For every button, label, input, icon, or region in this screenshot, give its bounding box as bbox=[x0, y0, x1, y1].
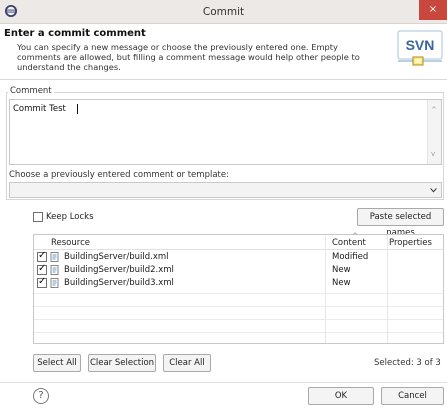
clear-selection-button[interactable]: Clear Selection bbox=[88, 354, 156, 372]
table-row[interactable]: BuildingServer/build.xml Modified bbox=[34, 250, 443, 263]
row-checkbox[interactable] bbox=[37, 250, 47, 262]
row-resource: BuildingServer/build.xml bbox=[64, 252, 169, 262]
window-title: Commit bbox=[202, 6, 245, 18]
template-label: Choose a previously entered comment or t… bbox=[9, 170, 229, 180]
sort-indicator-icon: ^ bbox=[352, 232, 358, 240]
text-caret bbox=[77, 104, 78, 114]
header-title: Enter a commit comment bbox=[4, 28, 146, 39]
xml-file-icon bbox=[50, 265, 59, 275]
header-description: You can specify a new message or choose … bbox=[17, 42, 360, 72]
comment-scrollbar[interactable]: ^ v bbox=[427, 100, 441, 164]
close-button[interactable]: × bbox=[419, 0, 447, 20]
help-button[interactable]: ? bbox=[33, 388, 49, 404]
row-divider bbox=[34, 332, 443, 333]
column-header-resource[interactable]: Resource bbox=[51, 238, 90, 248]
selected-status: Selected: 3 of 3 bbox=[374, 358, 441, 368]
column-header-properties[interactable]: Properties bbox=[389, 238, 432, 248]
row-divider bbox=[34, 306, 443, 307]
row-checkbox[interactable] bbox=[37, 263, 47, 275]
row-content: Modified bbox=[332, 252, 369, 262]
close-icon: × bbox=[428, 4, 438, 15]
xml-file-icon bbox=[50, 252, 59, 262]
select-all-button[interactable]: Select All bbox=[33, 354, 81, 372]
footer-divider bbox=[0, 382, 447, 383]
scroll-down-icon[interactable]: v bbox=[431, 150, 435, 158]
chevron-down-icon bbox=[430, 188, 437, 193]
dialog-header: Enter a commit comment You can specify a… bbox=[0, 24, 447, 80]
table-header: Resource Content ^ Properties bbox=[34, 232, 443, 250]
help-icon: ? bbox=[38, 390, 44, 401]
comment-legend: Comment bbox=[8, 86, 54, 96]
svn-logo-text: SVN bbox=[406, 37, 435, 53]
resource-table: Resource Content ^ Properties BuildingSe… bbox=[33, 232, 444, 344]
xml-file-icon bbox=[50, 278, 59, 288]
keep-locks-checkbox[interactable] bbox=[33, 212, 43, 222]
scroll-up-icon[interactable]: ^ bbox=[431, 106, 437, 114]
svn-logo: SVN bbox=[397, 30, 443, 66]
clear-all-button[interactable]: Clear All bbox=[163, 354, 211, 372]
row-resource: BuildingServer/build2.xml bbox=[64, 265, 174, 275]
template-select[interactable] bbox=[9, 182, 442, 198]
table-row[interactable]: BuildingServer/build2.xml New bbox=[34, 263, 443, 276]
comment-text: Commit Test bbox=[13, 104, 66, 114]
ok-button[interactable]: OK bbox=[308, 387, 374, 405]
row-resource: BuildingServer/build3.xml bbox=[64, 278, 174, 288]
row-divider bbox=[34, 293, 443, 294]
row-checkbox[interactable] bbox=[37, 276, 47, 288]
row-content: New bbox=[332, 265, 351, 275]
paste-selected-names-button[interactable]: Paste selected names bbox=[357, 208, 444, 238]
cancel-button[interactable]: Cancel bbox=[381, 387, 444, 405]
column-header-content[interactable]: Content bbox=[332, 238, 366, 248]
row-content: New bbox=[332, 278, 351, 288]
title-bar: Commit × bbox=[0, 0, 447, 24]
comment-textarea[interactable]: Commit Test ^ v bbox=[9, 99, 442, 165]
keep-locks-label: Keep Locks bbox=[46, 212, 94, 222]
table-row[interactable]: BuildingServer/build3.xml New bbox=[34, 276, 443, 289]
row-divider bbox=[34, 319, 443, 320]
